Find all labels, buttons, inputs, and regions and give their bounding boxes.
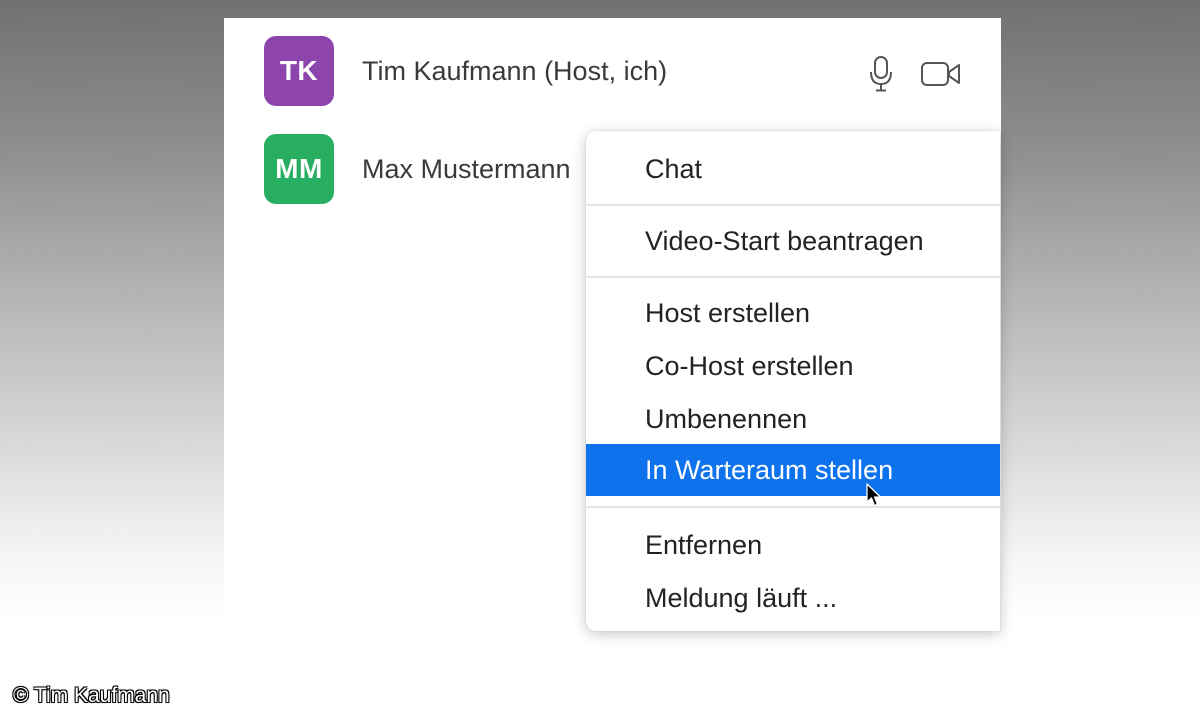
menu-divider bbox=[586, 276, 1000, 278]
microphone-icon[interactable] bbox=[868, 55, 894, 93]
mouse-pointer-icon bbox=[866, 483, 884, 514]
participant-row-tim-kaufmann[interactable]: TK Tim Kaufmann (Host, ich) bbox=[264, 36, 667, 106]
menu-item-put-in-waiting-room[interactable]: In Warteraum stellen bbox=[586, 444, 1000, 496]
copyright-notice: © Tim Kaufmann bbox=[13, 684, 170, 707]
participant-context-menu: Chat Video-Start beantragen Host erstell… bbox=[586, 131, 1000, 631]
avatar: TK bbox=[264, 36, 334, 106]
menu-item-rename[interactable]: Umbenennen bbox=[586, 393, 1000, 445]
menu-divider bbox=[586, 506, 1000, 508]
menu-item-request-video-start[interactable]: Video-Start beantragen bbox=[586, 215, 1000, 267]
menu-item-chat[interactable]: Chat bbox=[586, 143, 1000, 195]
participant-name: Max Mustermann bbox=[362, 153, 571, 184]
participant-row-max-mustermann[interactable]: MM Max Mustermann bbox=[264, 134, 571, 204]
menu-divider bbox=[586, 204, 1000, 206]
video-camera-icon[interactable] bbox=[920, 60, 962, 88]
participant-controls bbox=[868, 54, 962, 94]
avatar: MM bbox=[264, 134, 334, 204]
participant-name: Tim Kaufmann (Host, ich) bbox=[362, 55, 668, 86]
menu-item-report[interactable]: Meldung läuft ... bbox=[586, 572, 1000, 624]
menu-item-remove[interactable]: Entfernen bbox=[586, 519, 1000, 571]
menu-item-make-co-host[interactable]: Co-Host erstellen bbox=[586, 340, 1000, 392]
menu-item-make-host[interactable]: Host erstellen bbox=[586, 287, 1000, 339]
